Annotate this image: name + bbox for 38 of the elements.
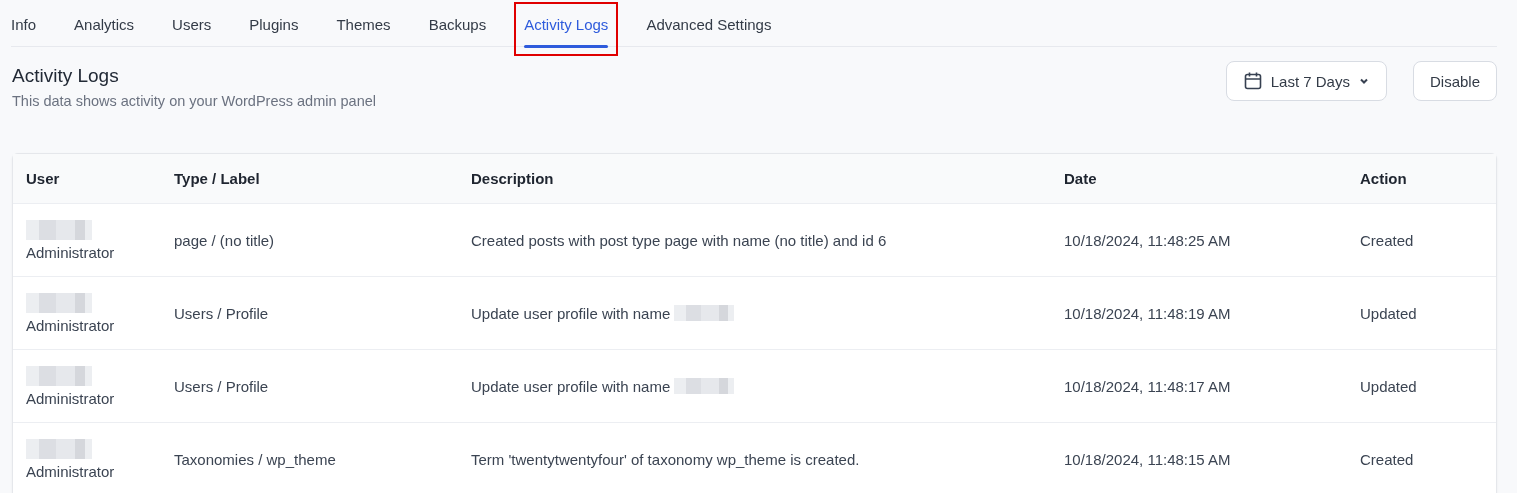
table-cell-text: Updated — [1359, 304, 1418, 322]
table-cell: Term 'twentytwentyfour' of taxonomy wp_theme is created. — [471, 450, 860, 468]
table-cell-text: 10/18/2024, 11:48:25 AM — [1063, 231, 1232, 249]
user-role: Administrator — [26, 389, 116, 407]
column-header: Date — [1063, 170, 1098, 187]
table-cell-text: Updated — [1359, 377, 1418, 395]
tab[interactable]: Themes — [336, 0, 391, 46]
table-cell: Created posts with post type page with name (no title) and id 6 — [471, 231, 887, 249]
tab[interactable]: Info — [11, 0, 37, 46]
table-cell: Update user profile with name — [471, 304, 671, 322]
user-role: Administrator — [26, 462, 116, 480]
column-header: Description — [470, 170, 555, 187]
column-header: Type / Label — [173, 170, 261, 187]
tab[interactable]: Analytics — [74, 0, 135, 46]
table-cell-text: Taxonomies / wp_theme — [173, 450, 337, 468]
table-cell-text: Users / Profile — [173, 377, 270, 395]
column-header: Action — [1359, 170, 1408, 187]
tab[interactable]: Plugins — [249, 0, 299, 46]
tab[interactable]: Advanced Settings — [646, 0, 772, 46]
column-header: User — [25, 170, 61, 187]
table-cell-text: 10/18/2024, 11:48:17 AM — [1063, 377, 1232, 395]
table-cell-text: Created — [1359, 231, 1415, 249]
table-cell-text: Users / Profile — [173, 304, 270, 322]
table-cell-text: 10/18/2024, 11:48:15 AM — [1063, 450, 1232, 468]
tab[interactable]: Activity Logs — [524, 0, 609, 46]
disable-button[interactable]: Disable — [1412, 61, 1497, 101]
page-title: Activity Logs — [12, 65, 120, 87]
user-role: Administrator — [26, 243, 116, 261]
table-cell-text: page / (no title) — [173, 231, 276, 249]
table-cell-text: 10/18/2024, 11:48:19 AM — [1063, 304, 1232, 322]
tab[interactable]: Backups — [428, 0, 487, 46]
date-range-dropdown[interactable]: Last 7 Days — [1225, 61, 1387, 101]
user-role: Administrator — [26, 316, 116, 334]
page-subtitle: This data shows activity on your WordPress admin panel — [12, 93, 376, 109]
table-cell: Update user profile with name — [471, 377, 671, 395]
calendar-icon — [1242, 71, 1263, 91]
table-cell-text: Created — [1359, 450, 1415, 468]
tab[interactable]: Users — [172, 0, 212, 46]
